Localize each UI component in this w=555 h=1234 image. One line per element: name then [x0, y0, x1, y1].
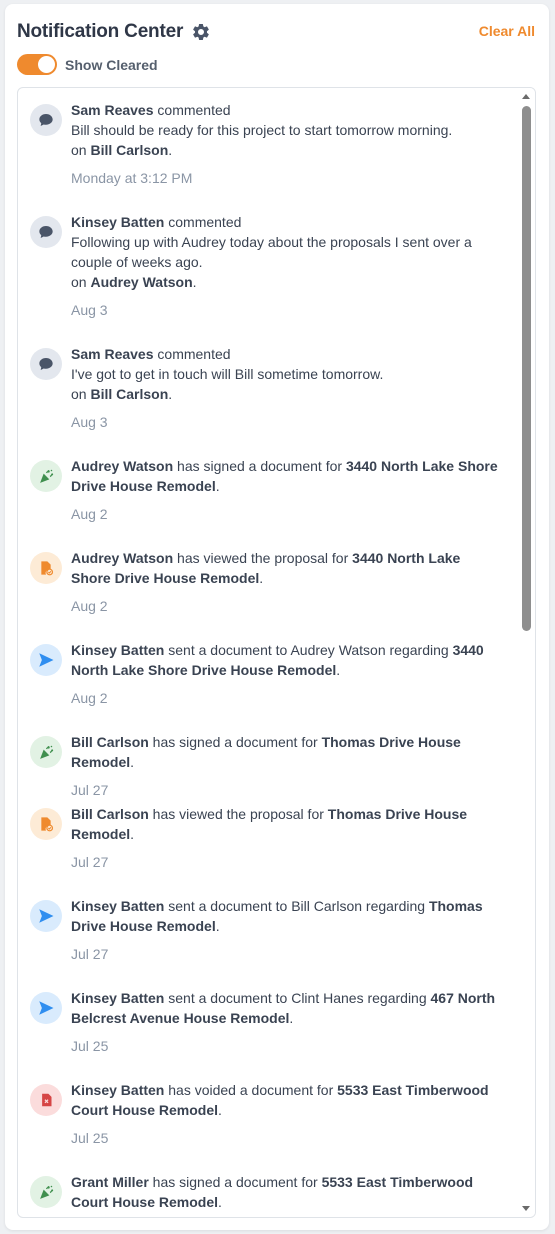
actor-name: Kinsey Batten	[71, 642, 165, 658]
notification-type-avatar	[30, 1084, 62, 1116]
notification-headline: Kinsey Batten has voided a document for …	[71, 1082, 489, 1118]
comment-icon	[38, 224, 54, 240]
gear-icon[interactable]	[191, 22, 211, 42]
actor-name: Audrey Watson	[71, 550, 174, 566]
scrollbar[interactable]	[517, 88, 535, 1217]
notification-date: Aug 3	[71, 302, 108, 318]
header: Notification Center Clear All	[17, 18, 537, 46]
comment-icon	[38, 356, 54, 372]
comment-text: Following up with Audrey today about the…	[71, 234, 472, 270]
notification-type-avatar	[30, 552, 62, 584]
notification-type-avatar	[30, 348, 62, 380]
scrollbar-thumb[interactable]	[522, 106, 531, 631]
notification-headline: Audrey Watson has viewed the proposal fo…	[71, 550, 461, 586]
actor-name: Kinsey Batten	[71, 898, 165, 914]
document-viewed-icon	[38, 816, 54, 832]
notification-type-avatar	[30, 460, 62, 492]
actor-name: Kinsey Batten	[71, 214, 165, 230]
send-icon	[37, 651, 55, 669]
notification-headline: Grant Miller has signed a document for 5…	[71, 1174, 474, 1210]
notification-body: Kinsey Batten sent a document to Clint H…	[71, 988, 503, 1056]
comment-text: I've got to get in touch will Bill somet…	[71, 366, 384, 382]
send-icon	[37, 907, 55, 925]
notification-date: Aug 3	[71, 414, 108, 430]
notification-date: Jul 25	[71, 1130, 109, 1146]
notification-headline: Bill Carlson has viewed the proposal for…	[71, 806, 468, 842]
notification-body: Audrey Watson has signed a document for …	[71, 456, 503, 524]
notification-body: Sam Reaves commented I've got to get in t…	[71, 344, 503, 432]
send-icon	[37, 999, 55, 1017]
actor-name: Grant Miller	[71, 1174, 149, 1190]
comment-target-line: on Audrey Watson.	[71, 274, 197, 290]
target-link[interactable]: Bill Carlson	[90, 142, 168, 158]
notification-headline: Kinsey Batten sent a document to Bill Ca…	[71, 898, 483, 934]
notification-date: Jul 25	[71, 1038, 109, 1054]
notification-body: Audrey Watson has viewed the proposal fo…	[71, 548, 503, 616]
comment-text: Bill should be ready for this project to…	[71, 122, 453, 138]
notification-type-avatar	[30, 104, 62, 136]
notification-headline: Audrey Watson has signed a document for …	[71, 458, 498, 494]
notification-date: Jul 27	[71, 946, 109, 962]
notification-headline: Sam Reaves commented	[71, 346, 231, 362]
notification-type-avatar	[30, 644, 62, 676]
notification-date: Jul 27	[71, 782, 109, 798]
actor-name: Sam Reaves	[71, 346, 154, 362]
actor-name: Kinsey Batten	[71, 990, 165, 1006]
actor-name: Sam Reaves	[71, 102, 154, 118]
notification-body: Sam Reaves commented Bill should be ready…	[71, 100, 503, 188]
comment-target-line: on Bill Carlson.	[71, 142, 173, 158]
notification-date: Jul 27	[71, 854, 109, 870]
clear-all-button[interactable]: Clear All	[479, 23, 535, 39]
notification-body: Bill Carlson has viewed the proposal for…	[71, 804, 503, 872]
comment-icon	[38, 112, 54, 128]
notification-body: Kinsey Batten sent a document to Audrey …	[71, 640, 503, 708]
notification-list: Sam Reaves commented Bill should be ready…	[18, 88, 517, 1217]
notification-type-avatar	[30, 216, 62, 248]
notification-body: Kinsey Batten has voided a document for …	[71, 1080, 503, 1148]
notification-list-container: Sam Reaves commented Bill should be ready…	[17, 87, 536, 1218]
target-link[interactable]: Bill Carlson	[90, 386, 168, 402]
actor-name: Audrey Watson	[71, 458, 174, 474]
document-voided-icon	[39, 1092, 54, 1108]
show-cleared-row: Show Cleared	[17, 54, 158, 75]
notification-headline: Kinsey Batten sent a document to Clint H…	[71, 990, 496, 1026]
actor-name: Kinsey Batten	[71, 1082, 165, 1098]
comment-target-line: on Bill Carlson.	[71, 386, 173, 402]
page-title: Notification Center	[17, 21, 184, 42]
notification-headline: Kinsey Batten commented	[71, 214, 242, 230]
notification-date: Aug 2	[71, 690, 108, 706]
notification-body: Grant Miller has signed a document for 5…	[71, 1172, 503, 1212]
notification-type-avatar	[30, 1176, 62, 1208]
notification-center-panel: Notification Center Clear All Show Clear…	[5, 4, 549, 1230]
scroll-up-arrow-icon[interactable]	[521, 92, 531, 102]
notification-headline: Sam Reaves commented	[71, 102, 231, 118]
notification-date: Aug 2	[71, 506, 108, 522]
party-popper-icon	[38, 744, 55, 761]
scroll-down-arrow-icon[interactable]	[521, 1203, 531, 1213]
notification-type-avatar	[30, 736, 62, 768]
notification-body: Kinsey Batten commented Following up with…	[71, 212, 503, 320]
show-cleared-label: Show Cleared	[65, 56, 158, 73]
party-popper-icon	[38, 1184, 55, 1201]
show-cleared-toggle[interactable]	[17, 54, 57, 75]
notification-body: Kinsey Batten sent a document to Bill Ca…	[71, 896, 503, 964]
toggle-knob	[38, 56, 55, 73]
actor-name: Bill Carlson	[71, 806, 149, 822]
notification-type-avatar	[30, 992, 62, 1024]
actor-name: Bill Carlson	[71, 734, 149, 750]
notification-date: Aug 2	[71, 598, 108, 614]
notification-type-avatar	[30, 900, 62, 932]
document-viewed-icon	[38, 560, 54, 576]
notification-body: Bill Carlson has signed a document for T…	[71, 732, 503, 800]
notification-date: Monday at 3:12 PM	[71, 170, 193, 186]
notification-headline: Bill Carlson has signed a document for T…	[71, 734, 461, 770]
target-link[interactable]: Audrey Watson	[90, 274, 192, 290]
notification-headline: Kinsey Batten sent a document to Audrey …	[71, 642, 484, 678]
party-popper-icon	[38, 468, 55, 485]
notification-type-avatar	[30, 808, 62, 840]
